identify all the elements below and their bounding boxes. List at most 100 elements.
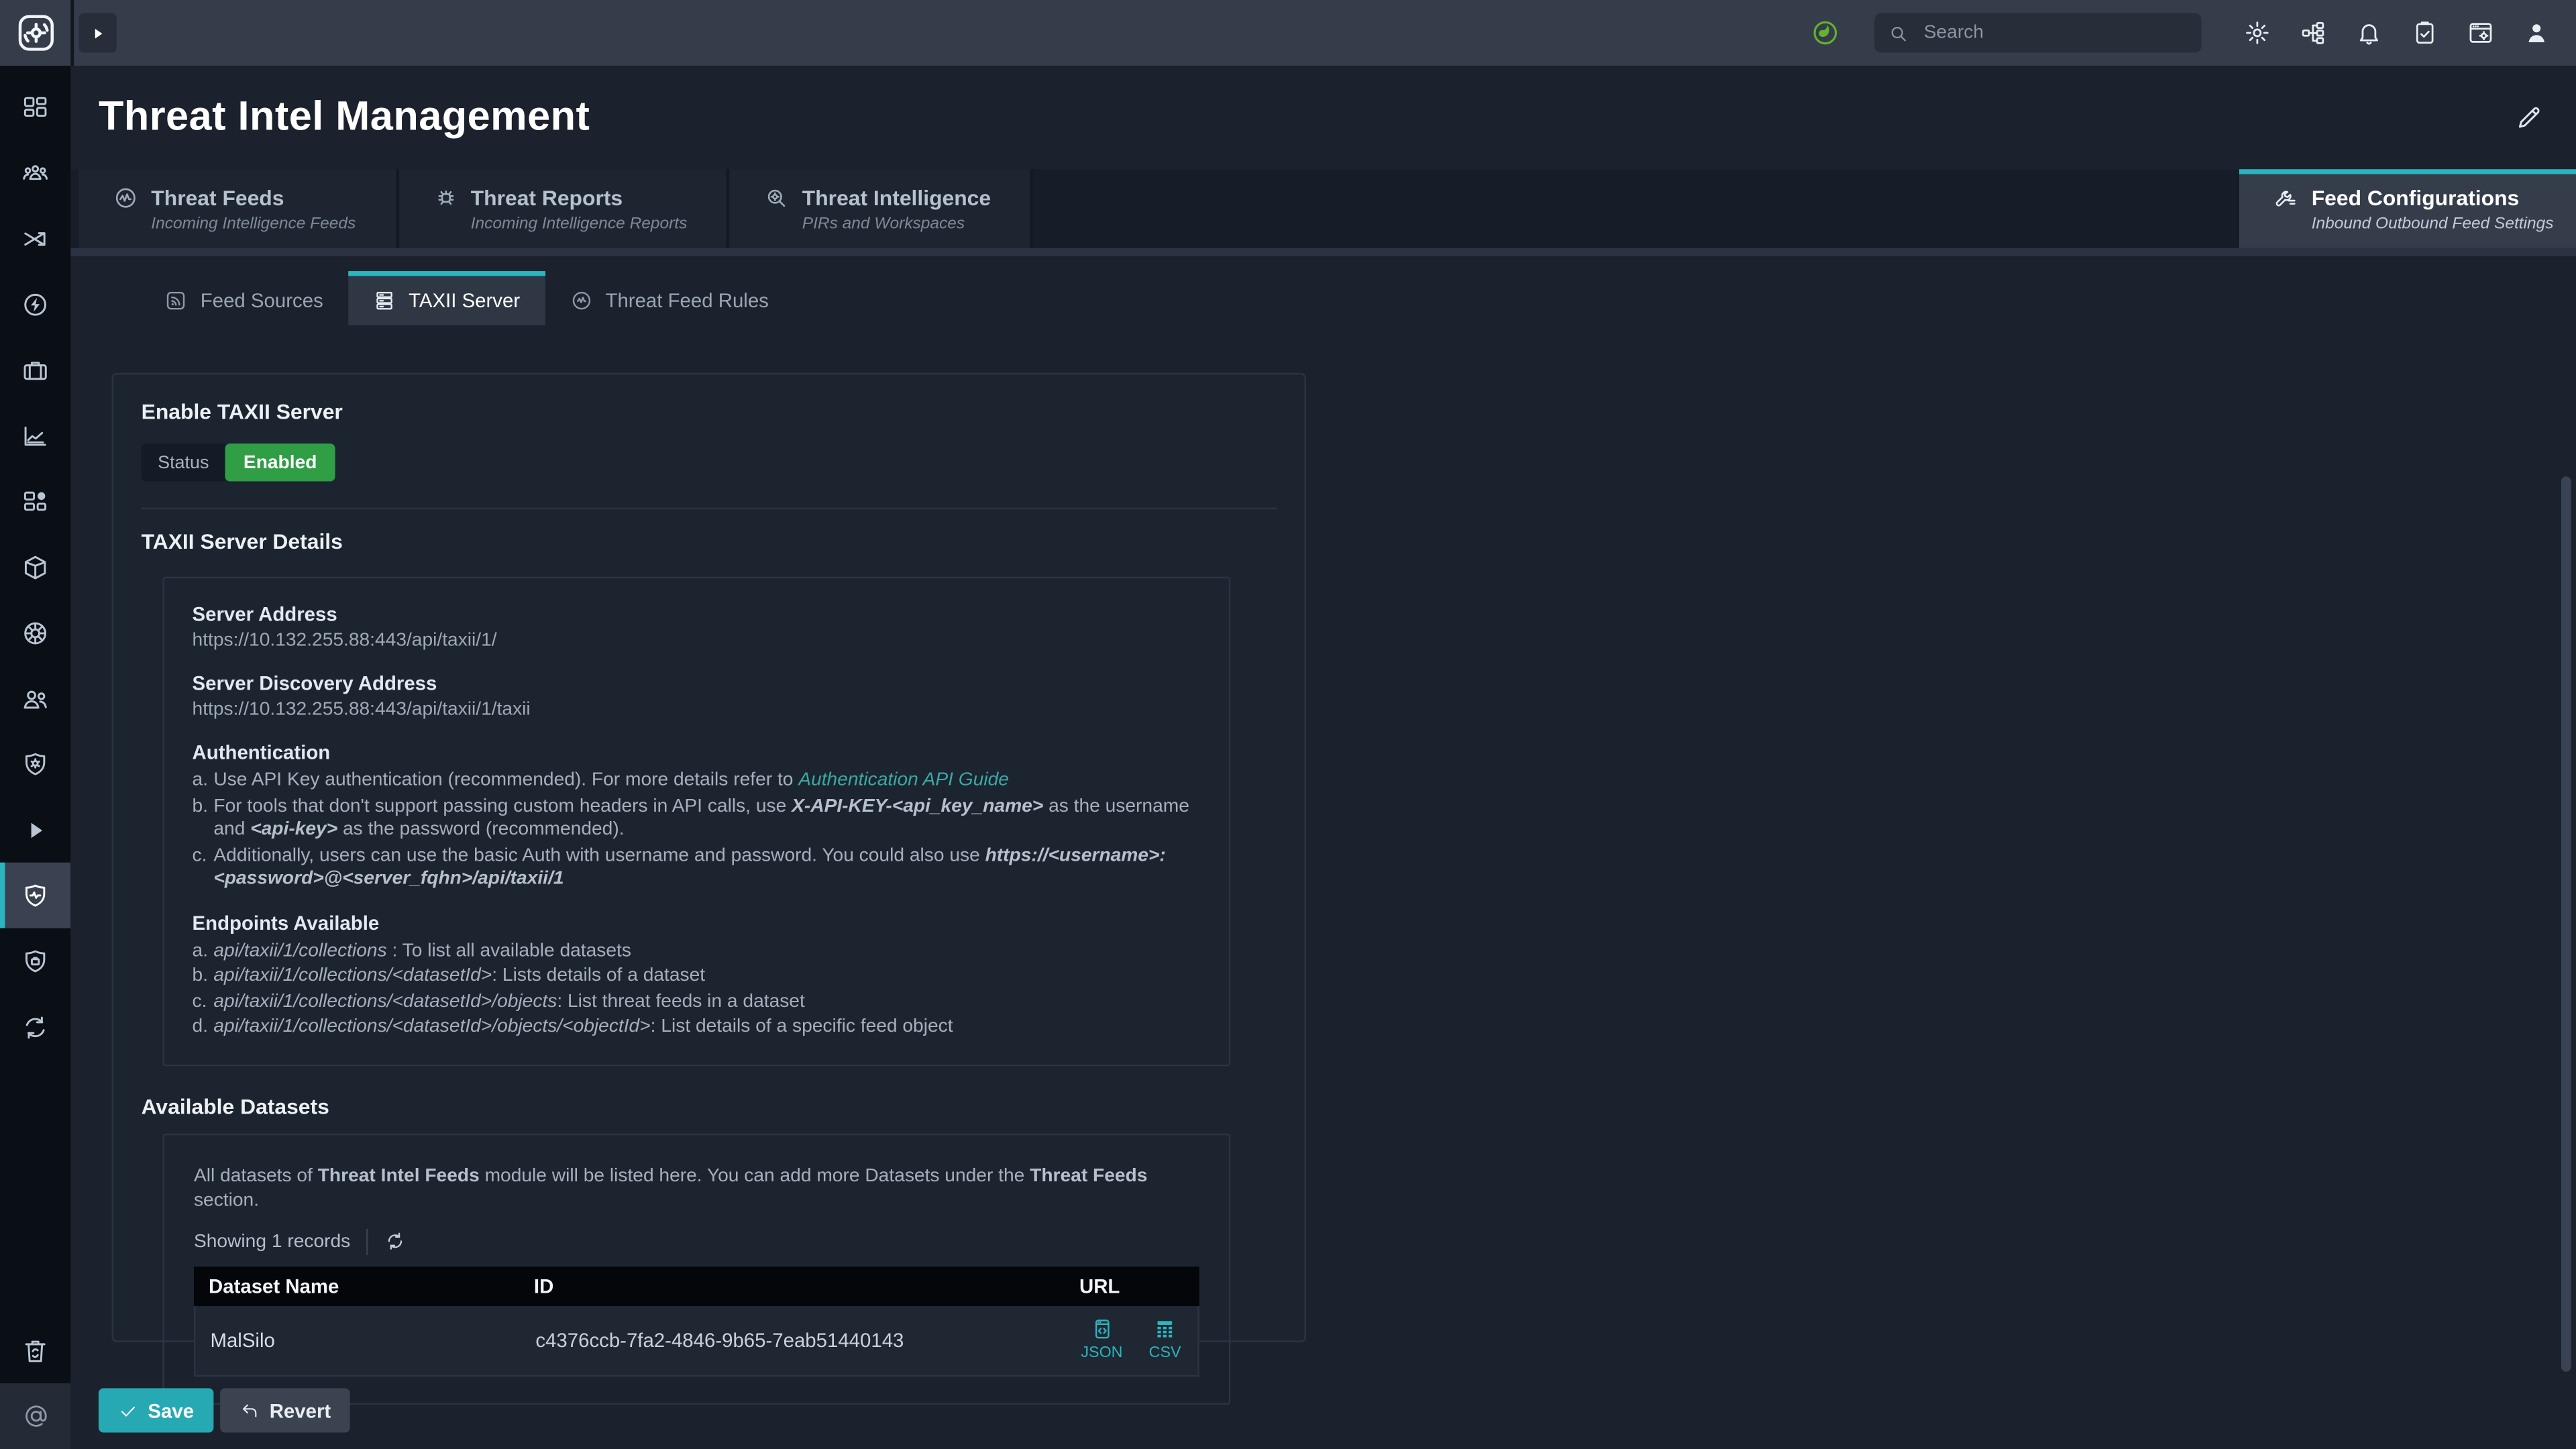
sidebar-item-playbooks[interactable] [0, 797, 70, 863]
clipboard-check-icon[interactable] [2412, 19, 2438, 46]
edit-title-button[interactable] [2515, 103, 2543, 131]
wrench-icon [2273, 185, 2298, 210]
sub-tab-label: Feed Sources [201, 289, 323, 312]
sidebar-item-trash[interactable] [0, 1318, 70, 1383]
refresh-button[interactable] [385, 1230, 407, 1252]
status-enabled-button[interactable]: Enabled [225, 443, 335, 481]
at-icon [22, 1403, 48, 1429]
app-window: Threat Intel Management Threat Feeds Inc… [0, 0, 2576, 1449]
discovery-address-label: Server Discovery Address [193, 672, 1201, 695]
sidebar-expand-button[interactable] [79, 13, 117, 53]
gear-icon[interactable] [2244, 19, 2270, 46]
endpoint-item: a.api/taxii/1/collections : To list all … [193, 939, 1201, 963]
sidebar-item-analytics[interactable] [0, 402, 70, 468]
sidebar-item-dashboard[interactable] [0, 74, 70, 140]
module-tab[interactable]: Threat Intelligence PIRs and Workspaces [730, 169, 1034, 248]
server-address-value: https://10.132.255.88:443/api/taxii/1/ [193, 631, 1201, 652]
sidebar-item-asset-protection[interactable] [0, 928, 70, 994]
endpoint-item: c.api/taxii/1/collections/<datasetId>/ob… [193, 990, 1201, 1014]
sidebar-item-threat-detection[interactable] [0, 731, 70, 797]
chart-icon [21, 421, 50, 449]
org-chart-icon[interactable] [2300, 19, 2326, 46]
check-icon [118, 1401, 138, 1420]
auth-item: b.For tools that don't support passing c… [193, 794, 1201, 842]
tab-label: Threat Reports [471, 185, 623, 210]
shield-pulse-icon [21, 881, 50, 910]
sidebar-item-community[interactable] [0, 140, 70, 205]
tab-sublabel: Incoming Intelligence Reports [471, 215, 688, 233]
sidebar-item-data-sync[interactable] [0, 994, 70, 1060]
shuffle-icon [21, 224, 50, 252]
flash-icon [21, 290, 50, 318]
play-icon [89, 24, 107, 42]
cube-icon [21, 553, 50, 581]
sidebar-item-user-management[interactable] [0, 665, 70, 731]
search-input[interactable] [1921, 21, 2188, 44]
sub-tab-label: TAXII Server [409, 289, 520, 312]
recycle-icon [21, 1013, 50, 1041]
app-logo[interactable] [0, 11, 70, 54]
tab-label: Feed Configurations [2312, 185, 2520, 210]
sub-tab-label: Threat Feed Rules [605, 289, 768, 312]
sidebar-item-threat-intel-management[interactable] [0, 863, 70, 928]
sidebar-item-mentions[interactable] [0, 1383, 70, 1449]
url-action-label: CSV [1149, 1344, 1181, 1362]
left-sidebar [0, 66, 70, 1449]
tab-sublabel: Inbound Outbound Feed Settings [2312, 215, 2576, 233]
datasets-description: All datasets of Threat Intel Feeds modul… [194, 1164, 1199, 1213]
global-search[interactable] [1874, 13, 2201, 53]
sub-tab[interactable]: TAXII Server [347, 271, 544, 325]
table-header-cell: URL [1065, 1274, 1199, 1297]
tab-label: Threat Feeds [151, 185, 284, 210]
target-pulse-icon [570, 289, 592, 312]
footer-actions: Save Revert [99, 1388, 351, 1432]
tab-bar-bottom-strip [70, 248, 2576, 256]
sidebar-item-organization[interactable] [0, 337, 70, 402]
module-tab[interactable]: Threat Reports Incoming Intelligence Rep… [398, 169, 730, 248]
sub-tab[interactable]: Threat Feed Rules [545, 271, 794, 325]
dataset-name-cell: MalSilo [195, 1328, 521, 1351]
grid-icon [21, 93, 50, 121]
showing-records-text: Showing 1 records [194, 1232, 350, 1251]
briefcase-icon [21, 356, 50, 384]
tab-label: Threat Intelligence [802, 185, 991, 210]
topbar-divider [70, 0, 74, 66]
topbar-right-cluster [1811, 13, 2576, 53]
bug-icon [433, 185, 458, 210]
tab-sublabel: PIRs and Workspaces [802, 215, 991, 233]
sidebar-item-quick-actions[interactable] [0, 271, 70, 337]
page-header: Threat Intel Management [70, 66, 2576, 142]
csv-grid-icon [1153, 1318, 1176, 1340]
top-bar [0, 0, 2576, 66]
bell-icon[interactable] [2356, 19, 2382, 46]
sidebar-item-components[interactable] [0, 534, 70, 600]
url-download-action[interactable]: JSON [1081, 1318, 1122, 1362]
module-tab[interactable]: Threat Feeds Incoming Intelligence Feeds [79, 169, 398, 248]
inline-link[interactable]: Authentication API Guide [798, 771, 1009, 790]
app-window-gear-icon[interactable] [2467, 19, 2493, 46]
table-header-cell: Dataset Name [194, 1274, 519, 1297]
sidebar-item-connections[interactable] [0, 205, 70, 271]
module-tab-feed-configurations[interactable]: Feed Configurations Inbound Outbound Fee… [2239, 169, 2576, 248]
sidebar-item-widgets[interactable] [0, 468, 70, 534]
sub-tab[interactable]: Feed Sources [140, 271, 347, 325]
shield-case-icon [21, 947, 50, 975]
endpoints-list: a.api/taxii/1/collections : To list all … [193, 939, 1201, 1039]
status-label: Status [142, 443, 225, 481]
blocks-icon [21, 487, 50, 515]
wheel-icon [21, 619, 50, 647]
undo-icon [240, 1401, 260, 1420]
revert-button[interactable]: Revert [220, 1388, 350, 1432]
sidebar-item-web[interactable] [0, 600, 70, 665]
health-status-icon[interactable] [1811, 18, 1840, 48]
taxii-details-heading: TAXII Server Details [142, 531, 1277, 552]
rss-icon [164, 289, 187, 312]
save-button[interactable]: Save [99, 1388, 214, 1432]
endpoint-item: b.api/taxii/1/collections/<datasetId>: L… [193, 965, 1201, 989]
page-title: Threat Intel Management [99, 94, 590, 142]
json-doc-icon [1090, 1318, 1113, 1340]
users2-icon [21, 684, 50, 712]
vertical-scrollbar[interactable] [2561, 476, 2571, 1372]
user-icon[interactable] [2524, 19, 2550, 46]
url-download-action[interactable]: CSV [1149, 1318, 1181, 1362]
